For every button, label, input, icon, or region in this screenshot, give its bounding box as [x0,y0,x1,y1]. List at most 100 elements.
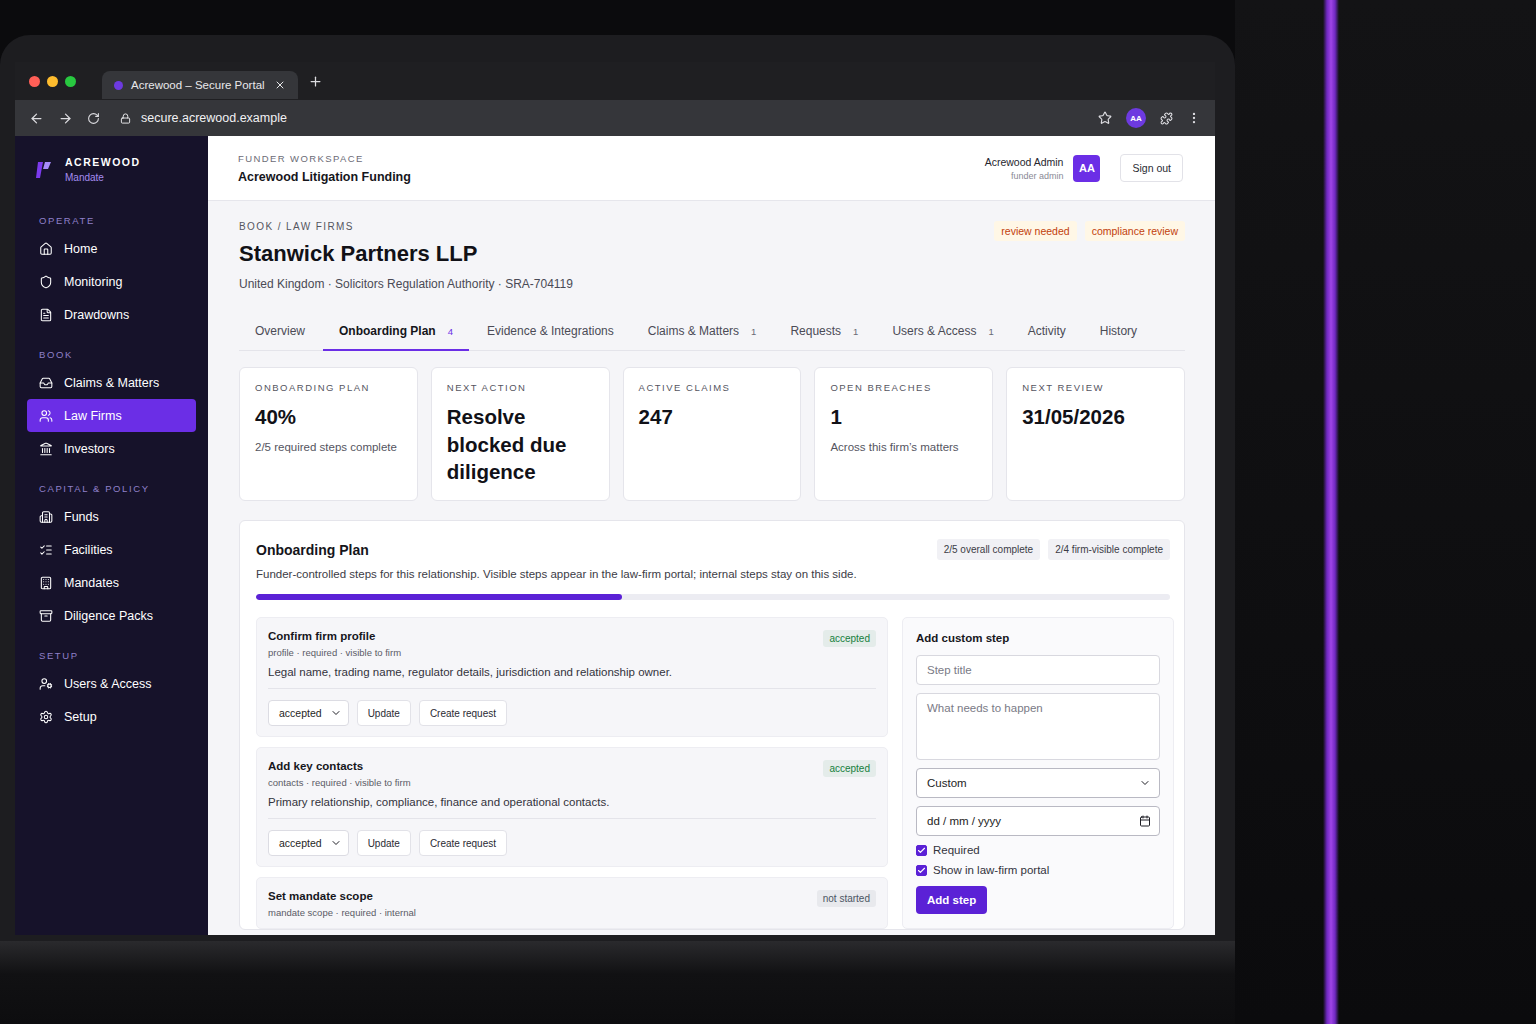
laptop-keyboard [0,941,1235,1024]
sidebar-item[interactable]: Facilities [27,533,196,566]
sidebar-item[interactable]: Home [27,232,196,265]
stat-value: 247 [639,403,786,431]
lock-icon [120,113,131,124]
check-icon [917,846,926,855]
step-card: Set mandate scopemandate scope · require… [256,877,888,929]
stat-card: ONBOARDING PLAN40%2/5 required steps com… [239,367,418,501]
due-date-input[interactable]: dd / mm / yyyy [916,806,1160,836]
sidebar-item[interactable]: Drawdowns [27,298,196,331]
close-icon[interactable] [274,79,286,91]
tab[interactable]: Activity [1028,315,1066,351]
tab[interactable]: Evidence & Integrations [487,315,614,351]
badges: review needed compliance review [994,221,1185,241]
browser-toolbar: AA [1098,108,1201,128]
status-badge: review needed [994,221,1076,241]
nav-icon [39,376,53,390]
step-type-select[interactable]: Custom [916,768,1160,798]
stat-value: Resolve blocked due diligence [447,403,594,486]
nav-icon [39,409,53,423]
background-photo [1235,0,1536,1024]
tab[interactable]: Claims & Matters1 [648,315,757,351]
checkbox[interactable] [916,845,927,856]
close-dot[interactable] [29,76,40,87]
checkbox-row[interactable]: Show in law-firm portal [916,864,1160,876]
step-body-textarea[interactable]: What needs to happen [916,693,1160,760]
breadcrumb[interactable]: BOOK / LAW FIRMS [239,221,573,232]
stat-label: ONBOARDING PLAN [255,382,402,393]
sidebar-section: CAPITAL & POLICYFundsFacilitiesMandatesD… [27,477,196,632]
top-bar: FUNDER WORKSPACE Acrewood Litigation Fund… [208,136,1215,201]
forward-icon[interactable] [58,111,73,126]
user-avatar[interactable]: AA [1073,155,1100,182]
profile-avatar[interactable]: AA [1126,108,1146,128]
custom-step-form: Add custom stepStep titleWhat needs to h… [902,617,1174,929]
tab-title: Acrewood – Secure Portal [131,79,266,91]
tab-count: 1 [988,326,993,337]
new-tab-icon[interactable] [308,74,323,89]
status-select[interactable]: accepted [268,830,349,856]
browser-window: Acrewood – Secure Portal secure.acrewood.… [15,62,1215,935]
window-controls [29,76,76,87]
workspace-name: Acrewood Litigation Funding [238,170,411,184]
url-field[interactable]: secure.acrewood.example [114,111,1084,125]
tab-count: 4 [448,326,453,337]
status-select[interactable]: accepted [268,700,349,726]
back-icon[interactable] [29,111,44,126]
add-step-button[interactable]: Add step [916,886,987,914]
step-action-button[interactable]: Update [357,830,411,856]
zoom-dot[interactable] [65,76,76,87]
sidebar-section: SETUPUsers & AccessSetup [27,644,196,733]
nav-icon [39,308,53,322]
sidebar-item[interactable]: Diligence Packs [27,599,196,632]
sidebar-item[interactable]: Setup [27,700,196,733]
tab[interactable]: History [1100,315,1137,351]
sidebar-section: BOOKClaims & MattersLaw FirmsInvestors [27,343,196,465]
stat-card: NEXT REVIEW31/05/2026 [1006,367,1185,501]
browser-tab[interactable]: Acrewood – Secure Portal [102,71,298,99]
sidebar: ACREWOODMandateOPERATEHomeMonitoringDraw… [15,136,208,935]
step-action-button[interactable]: Create request [419,830,507,856]
minimize-dot[interactable] [47,76,58,87]
sidebar-item[interactable]: Investors [27,432,196,465]
chevron-icon [1139,777,1151,789]
step-meta: contacts · required · visible to firm [268,777,411,788]
sidebar-item[interactable]: Users & Access [27,667,196,700]
check-icon [917,866,926,875]
extension-icon[interactable] [1160,112,1173,125]
tab[interactable]: Users & Access1 [892,315,993,351]
sidebar-item[interactable]: Claims & Matters [27,366,196,399]
checkbox-row[interactable]: Required [916,844,1160,856]
sidebar-item[interactable]: Funds [27,500,196,533]
reload-icon[interactable] [87,112,100,125]
section-title: SETUP [27,650,196,667]
address-bar: secure.acrewood.example AA [15,100,1215,136]
stat-label: NEXT ACTION [447,382,594,393]
step-action-button[interactable]: Create request [419,700,507,726]
step-action-button[interactable]: Update [357,700,411,726]
step-description: Primary relationship, compliance, financ… [268,788,876,819]
brand[interactable]: ACREWOODMandate [27,156,196,183]
nav-icon [39,710,53,724]
nav-icon [39,609,53,623]
calendar-icon[interactable] [1139,815,1151,827]
checkbox[interactable] [916,865,927,876]
star-icon[interactable] [1098,111,1112,125]
nav-icon [39,442,53,456]
sidebar-item[interactable]: Monitoring [27,265,196,298]
workspace-eyebrow: FUNDER WORKSPACE [238,153,411,164]
sidebar-item[interactable]: Mandates [27,566,196,599]
nav-icon [39,543,53,557]
tab[interactable]: Onboarding Plan4 [323,315,469,351]
tab[interactable]: Requests1 [790,315,858,351]
menu-icon[interactable] [1187,111,1201,125]
tab-strip: Acrewood – Secure Portal [15,62,1215,100]
status-tag: accepted [823,760,876,777]
tab[interactable]: Overview [255,315,305,351]
photo-scene: Acrewood – Secure Portal secure.acrewood.… [0,0,1536,1024]
status-badge: compliance review [1085,221,1185,241]
brand-name: ACREWOOD [65,156,141,168]
sign-out-button[interactable]: Sign out [1120,154,1183,182]
sidebar-item[interactable]: Law Firms [27,399,196,432]
firm-name: Stanwick Partners LLP [239,241,573,267]
step-title-input[interactable]: Step title [916,655,1160,685]
